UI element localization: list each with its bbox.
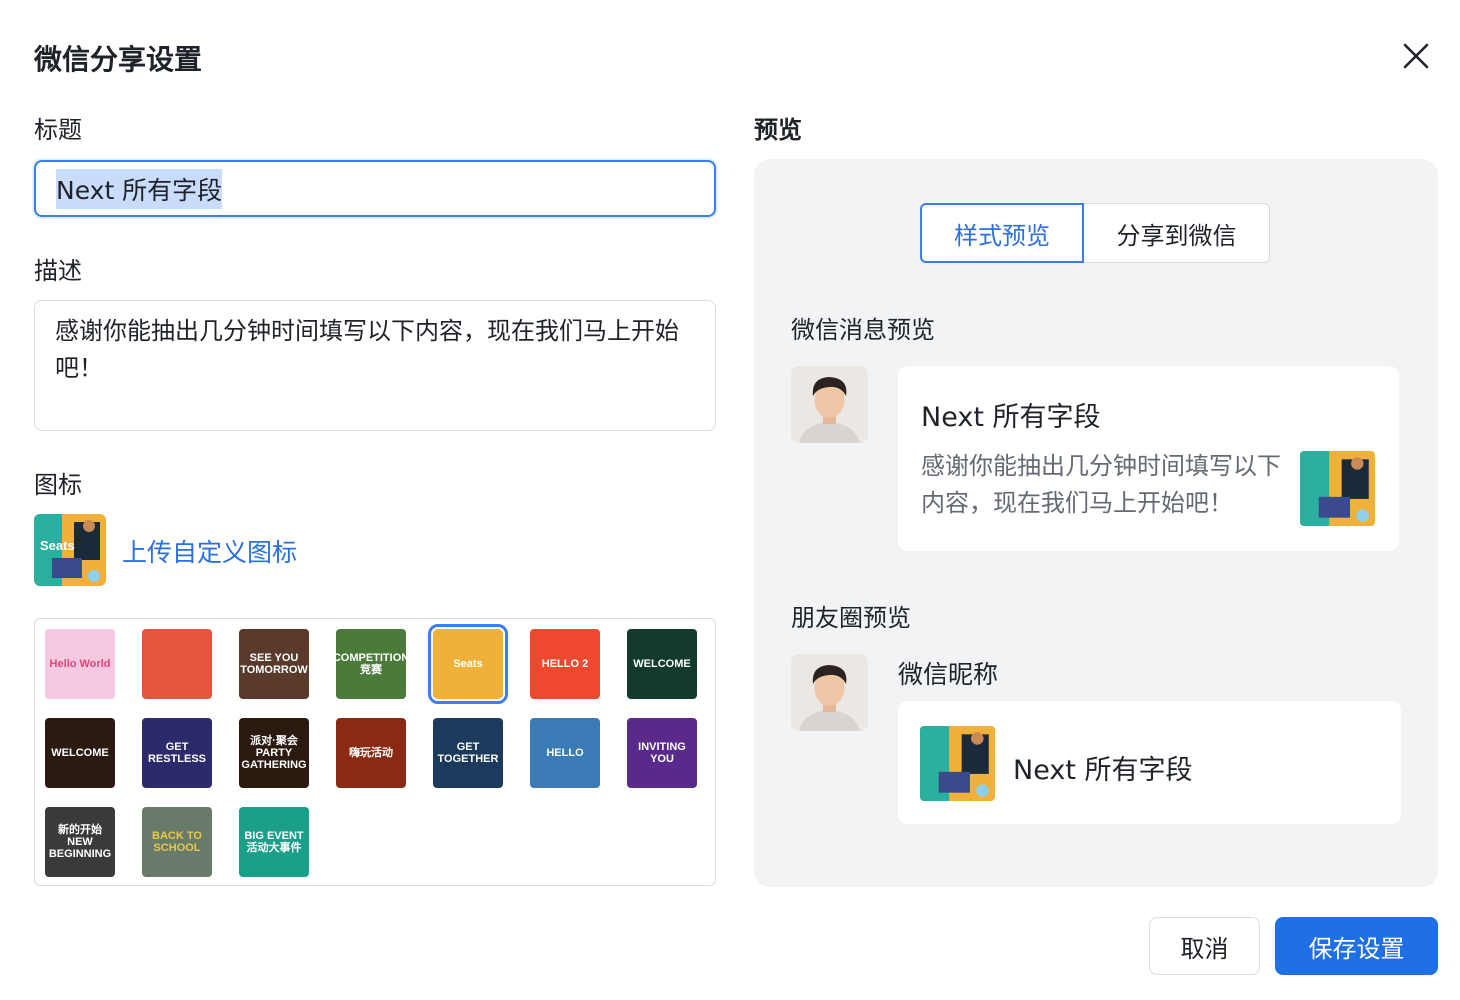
icon-option-label: GET TOGETHER	[437, 741, 499, 765]
preview-tabs: 样式预览 分享到微信	[920, 203, 1270, 263]
icon-option-label: WELCOME	[633, 658, 691, 670]
icon-label: 图标	[34, 471, 82, 499]
icon-option-welcome-rainbow[interactable]: WELCOME	[45, 718, 115, 788]
icon-option-competition[interactable]: COMPETITION 竞赛	[336, 629, 406, 699]
icon-option-big-event[interactable]: BIG EVENT 活动大事件	[239, 807, 309, 877]
icon-option-label: INVITING YOU	[638, 741, 686, 765]
message-preview-heading: 微信消息预览	[791, 316, 935, 344]
icon-option-hello-world[interactable]: Hello World	[45, 629, 115, 699]
message-card-thumbnail	[1300, 451, 1375, 526]
wechat-nickname: 微信昵称	[898, 660, 999, 689]
icon-option-label: COMPETITION 竞赛	[336, 652, 406, 676]
description-label: 描述	[34, 257, 82, 285]
avatar	[791, 654, 868, 731]
icon-option-seats[interactable]: Seats	[428, 624, 508, 704]
save-settings-button[interactable]: 保存设置	[1275, 917, 1438, 975]
upload-custom-icon-link[interactable]: 上传自定义图标	[122, 533, 297, 569]
icon-option-new-beginning[interactable]: 新的开始 NEW BEGINNING	[45, 807, 115, 877]
icon-option-see-you-tomorrow[interactable]: SEE YOU TOMORROW	[239, 629, 309, 699]
moments-card-title: Next 所有字段	[1013, 755, 1193, 786]
icon-option-label: HELLO	[546, 747, 584, 759]
close-icon[interactable]	[1400, 40, 1432, 72]
icon-option-label: WELCOME	[51, 747, 109, 759]
description-textarea[interactable]: 感谢你能抽出几分钟时间填写以下内容，现在我们马上开始吧！	[34, 300, 716, 431]
current-icon: Seats	[34, 514, 106, 586]
title-input[interactable]: Next 所有字段	[34, 160, 716, 217]
icon-option-label: 派对·聚会 PARTY GATHERING	[241, 735, 307, 771]
icon-option-label: Hello World	[49, 658, 111, 670]
icon-grid: Hello World SEE YOU TOMORROW COMPETITION 竞…	[34, 618, 716, 886]
icon-option-get-restless[interactable]: GET RESTLESS	[142, 718, 212, 788]
message-card-title: Next 所有字段	[921, 402, 1101, 433]
icon-option-running-track[interactable]	[142, 629, 212, 699]
moments-card-thumbnail	[920, 726, 995, 801]
icon-option-label: 新的开始 NEW BEGINNING	[48, 824, 112, 860]
title-input-value: Next 所有字段	[56, 168, 223, 209]
tab-share-to-wechat[interactable]: 分享到微信	[1084, 203, 1270, 263]
icon-option-hello-cat[interactable]: HELLO	[530, 718, 600, 788]
icon-option-party-gathering[interactable]: 派对·聚会 PARTY GATHERING	[239, 718, 309, 788]
avatar	[791, 366, 868, 443]
icon-option-label: BIG EVENT 活动大事件	[244, 830, 304, 854]
icon-option-get-together[interactable]: GET TOGETHER	[433, 718, 503, 788]
icon-option-label: SEE YOU TOMORROW	[240, 652, 308, 676]
tab-style-preview[interactable]: 样式预览	[920, 203, 1084, 263]
current-icon-text: Seats	[40, 538, 75, 553]
icon-option-label: BACK TO SCHOOL	[152, 830, 202, 854]
cancel-button[interactable]: 取消	[1149, 917, 1260, 975]
icon-option-play-event[interactable]: 嗨玩活动	[336, 718, 406, 788]
moments-preview-heading: 朋友圈预览	[791, 604, 911, 632]
icon-option-label: HELLO 2	[541, 658, 589, 670]
icon-option-label: 嗨玩活动	[349, 747, 393, 759]
icon-option-welcome-green[interactable]: WELCOME	[627, 629, 697, 699]
title-label: 标题	[34, 116, 82, 144]
message-card-description: 感谢你能抽出几分钟时间填写以下内容，现在我们马上开始吧！	[921, 452, 1281, 517]
icon-option-invitation[interactable]: INVITING YOU	[627, 718, 697, 788]
icon-option-label: GET RESTLESS	[147, 741, 207, 765]
icon-option-back-to-school[interactable]: BACK TO SCHOOL	[142, 807, 212, 877]
preview-label: 预览	[754, 116, 802, 144]
icon-option-label: Seats	[453, 658, 483, 670]
dialog-title: 微信分享设置	[34, 43, 203, 76]
icon-option-hello-2[interactable]: HELLO 2	[530, 629, 600, 699]
